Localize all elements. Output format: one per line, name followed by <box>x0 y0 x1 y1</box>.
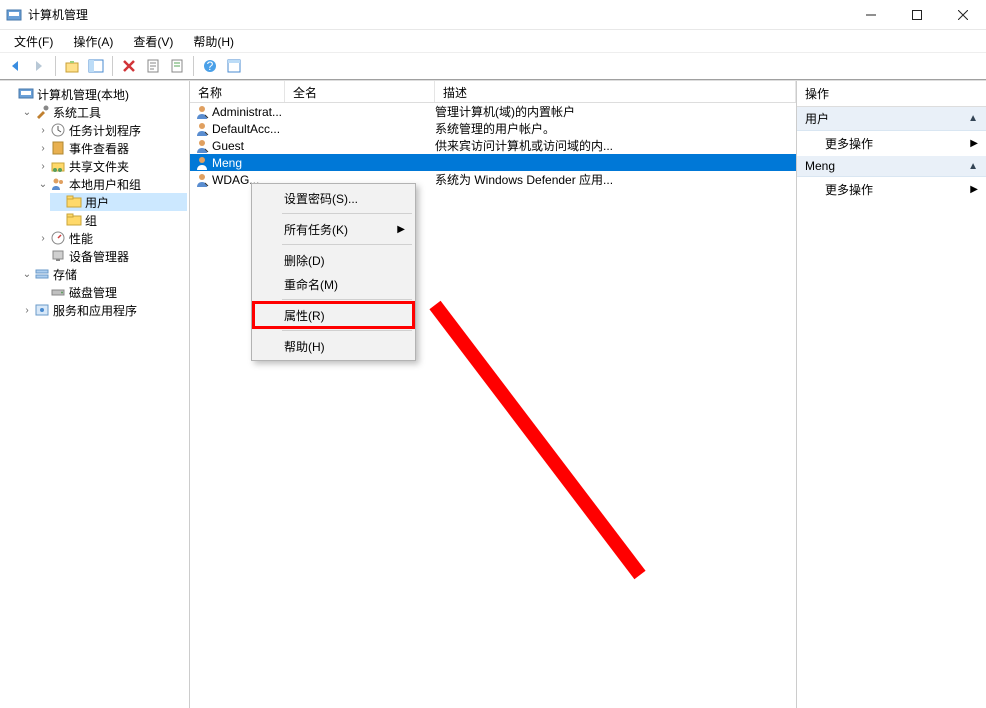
tree-disk-management[interactable]: 磁盘管理 <box>34 283 187 301</box>
maximize-button[interactable] <box>894 0 940 30</box>
performance-icon <box>50 230 66 246</box>
tree-shared-folders[interactable]: › 共享文件夹 <box>34 157 187 175</box>
menu-action[interactable]: 操作(A) <box>63 30 123 52</box>
actions-section-meng[interactable]: Meng ▲ <box>797 156 986 177</box>
actions-section-users[interactable]: 用户 ▲ <box>797 107 986 131</box>
app-icon <box>6 7 22 23</box>
delete-button[interactable] <box>118 55 140 77</box>
expand-icon[interactable]: › <box>36 231 50 245</box>
actions-pane: 操作 用户 ▲ 更多操作 ▶ Meng ▲ 更多操作 ▶ <box>796 81 986 708</box>
cm-all-tasks[interactable]: 所有任务(K)▶ <box>254 217 413 241</box>
actions-title: 操作 <box>797 81 986 107</box>
chevron-up-icon: ▲ <box>968 113 978 124</box>
tree-task-scheduler[interactable]: › 任务计划程序 <box>34 121 187 139</box>
user-row[interactable]: Administrat... 管理计算机(域)的内置帐户 <box>190 103 796 120</box>
collapse-icon[interactable]: ⌄ <box>20 105 34 119</box>
user-row[interactable]: DefaultAcc... 系统管理的用户帐户。 <box>190 120 796 137</box>
expand-icon[interactable]: › <box>36 141 50 155</box>
tree-performance[interactable]: › 性能 <box>34 229 187 247</box>
tree-local-users-groups[interactable]: ⌄ 本地用户和组 <box>34 175 187 193</box>
chevron-up-icon: ▲ <box>968 161 978 172</box>
chevron-right-icon: ▶ <box>970 184 978 195</box>
expand-icon[interactable]: › <box>36 123 50 137</box>
collapse-icon[interactable]: ⌄ <box>20 267 34 281</box>
actions-more-users[interactable]: 更多操作 ▶ <box>797 131 986 156</box>
tree-root[interactable]: 计算机管理(本地) <box>2 85 187 103</box>
tree-device-manager[interactable]: 设备管理器 <box>34 247 187 265</box>
properties-button[interactable] <box>142 55 164 77</box>
storage-icon <box>34 266 50 282</box>
user-icon <box>194 172 210 188</box>
cm-rename[interactable]: 重命名(M) <box>254 272 413 296</box>
tools-icon <box>34 104 50 120</box>
menubar: 文件(F) 操作(A) 查看(V) 帮助(H) <box>0 30 986 52</box>
svg-text:?: ? <box>207 59 214 73</box>
toolbar-separator <box>112 56 113 76</box>
close-button[interactable] <box>940 0 986 30</box>
tree-label: 计算机管理(本地) <box>37 86 129 103</box>
context-menu: 设置密码(S)... 所有任务(K)▶ 删除(D) 重命名(M) 属性(R) 帮… <box>251 183 416 361</box>
expand-icon[interactable]: › <box>20 303 34 317</box>
cm-properties[interactable]: 属性(R) <box>254 303 413 327</box>
cm-help[interactable]: 帮助(H) <box>254 334 413 358</box>
list-header: 名称 全名 描述 <box>190 81 796 103</box>
user-row-selected[interactable]: Meng <box>190 154 796 171</box>
menu-help[interactable]: 帮助(H) <box>183 30 244 52</box>
cm-delete[interactable]: 删除(D) <box>254 248 413 272</box>
minimize-button[interactable] <box>848 0 894 30</box>
device-icon <box>50 248 66 264</box>
help-button[interactable]: ? <box>199 55 221 77</box>
column-description[interactable]: 描述 <box>435 81 796 102</box>
folder-icon <box>66 212 82 228</box>
computer-icon <box>18 86 34 102</box>
export-list-button[interactable] <box>223 55 245 77</box>
cm-separator <box>282 299 412 300</box>
user-icon <box>194 138 210 154</box>
chevron-right-icon: ▶ <box>970 138 978 149</box>
chevron-right-icon: ▶ <box>397 224 405 235</box>
actions-more-meng[interactable]: 更多操作 ▶ <box>797 177 986 202</box>
user-icon <box>194 104 210 120</box>
services-icon <box>34 302 50 318</box>
toolbar-separator <box>55 56 56 76</box>
tree-users[interactable]: 用户 <box>50 193 187 211</box>
up-button[interactable] <box>61 55 83 77</box>
tree-storage[interactable]: ⌄ 存储 <box>18 265 187 283</box>
cm-set-password[interactable]: 设置密码(S)... <box>254 186 413 210</box>
event-icon <box>50 140 66 156</box>
shared-folder-icon <box>50 158 66 174</box>
tree-event-viewer[interactable]: › 事件查看器 <box>34 139 187 157</box>
expand-icon[interactable]: › <box>36 159 50 173</box>
window-title: 计算机管理 <box>28 6 848 23</box>
forward-button[interactable] <box>28 55 50 77</box>
titlebar: 计算机管理 <box>0 0 986 30</box>
cm-separator <box>282 213 412 214</box>
tree-system-tools[interactable]: ⌄ 系统工具 <box>18 103 187 121</box>
menu-view[interactable]: 查看(V) <box>123 30 183 52</box>
column-fullname[interactable]: 全名 <box>285 81 435 102</box>
user-row[interactable]: Guest 供来宾访问计算机或访问域的内... <box>190 137 796 154</box>
cm-separator <box>282 244 412 245</box>
cm-separator <box>282 330 412 331</box>
console-tree[interactable]: 计算机管理(本地) ⌄ 系统工具 › <box>0 81 190 708</box>
show-hide-tree-button[interactable] <box>85 55 107 77</box>
clock-icon <box>50 122 66 138</box>
disk-icon <box>50 284 66 300</box>
refresh-button[interactable] <box>166 55 188 77</box>
details-pane: 名称 全名 描述 Administrat... 管理计算机(域)的内置帐户 De… <box>190 81 796 708</box>
column-name[interactable]: 名称 <box>190 81 285 102</box>
users-icon <box>50 176 66 192</box>
back-button[interactable] <box>4 55 26 77</box>
main-area: 计算机管理(本地) ⌄ 系统工具 › <box>0 80 986 708</box>
collapse-icon[interactable]: ⌄ <box>36 177 50 191</box>
user-icon <box>194 121 210 137</box>
toolbar-separator <box>193 56 194 76</box>
tree-services-apps[interactable]: › 服务和应用程序 <box>18 301 187 319</box>
folder-icon <box>66 194 82 210</box>
menu-file[interactable]: 文件(F) <box>4 30 63 52</box>
user-icon <box>194 155 210 171</box>
tree-groups[interactable]: 组 <box>50 211 187 229</box>
toolbar: ? <box>0 52 986 80</box>
